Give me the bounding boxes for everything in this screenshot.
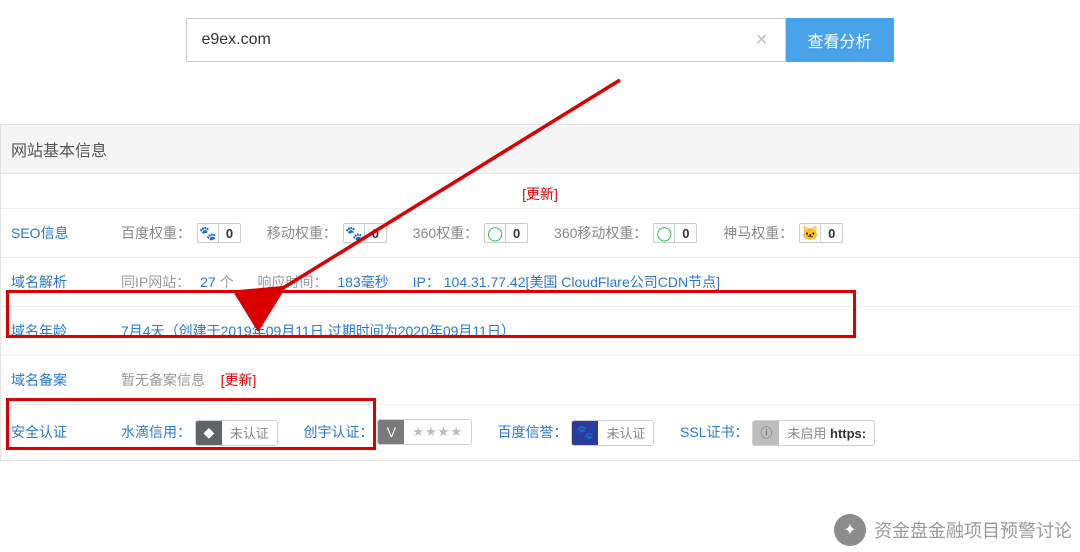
ssl-badge[interactable]: ⓘ未启用 https: bbox=[752, 420, 875, 446]
analyze-button[interactable]: 查看分析 bbox=[785, 18, 893, 62]
beian-none-text: 暂无备案信息 bbox=[121, 372, 205, 388]
panel-title: 网站基本信息 bbox=[1, 125, 1079, 174]
paw-icon: 🐾 bbox=[572, 420, 598, 446]
label-security[interactable]: 安全认证 bbox=[11, 424, 67, 440]
same-ip-count[interactable]: 27 bbox=[200, 274, 216, 290]
label-dns[interactable]: 域名解析 bbox=[11, 274, 67, 290]
circle-icon: ◯ bbox=[484, 223, 506, 243]
chuangyu-badge[interactable]: V★★★★ bbox=[377, 419, 472, 445]
weight-shenma: 神马权重： 🐱 0 bbox=[723, 223, 843, 243]
weight-baidu: 百度权重： 🐾 0 bbox=[121, 223, 241, 243]
row-beian: 域名备案 暂无备案信息 [更新] bbox=[1, 356, 1079, 405]
same-ip-label: 同IP网站： bbox=[121, 274, 190, 290]
row-security: 安全认证 水滴信用： ◆未认证 创宇认证： V★★★★ 百度信誉： 🐾未认证 S… bbox=[1, 405, 1079, 460]
cat-icon: 🐱 bbox=[799, 223, 821, 243]
info-icon: ⓘ bbox=[753, 420, 779, 446]
baidu-rep-label[interactable]: 百度信誉： bbox=[498, 424, 568, 440]
weight-mobile: 移动权重： 🐾 0 bbox=[267, 223, 387, 243]
shield-v-icon: V bbox=[378, 419, 404, 445]
search-box: × bbox=[186, 18, 786, 62]
label-seo[interactable]: SEO信息 bbox=[11, 225, 69, 241]
row-age: 域名年龄 7月4天（创建于2019年09月11日,过期时间为2020年09月11… bbox=[1, 307, 1079, 356]
clear-icon[interactable]: × bbox=[750, 29, 774, 52]
shuidi-badge[interactable]: ◆未认证 bbox=[195, 420, 278, 446]
chuangyu-label[interactable]: 创宇认证： bbox=[303, 424, 373, 440]
ip-value[interactable]: 104.31.77.42[美国 CloudFlare公司CDN节点] bbox=[444, 274, 720, 290]
baidu-rep-badge[interactable]: 🐾未认证 bbox=[571, 420, 654, 446]
circle-icon: ◯ bbox=[653, 223, 675, 243]
label-beian[interactable]: 域名备案 bbox=[11, 372, 67, 388]
row-seo: SEO信息 百度权重： 🐾 0 移动权重： 🐾 0 360权重： ◯ 0 bbox=[1, 209, 1079, 258]
watermark: ✦ 资金盘金融项目预警讨论 bbox=[834, 514, 1072, 546]
drop-icon: ◆ bbox=[196, 420, 222, 446]
ip-label: IP： bbox=[413, 274, 440, 290]
response-time-value[interactable]: 183毫秒 bbox=[337, 274, 388, 290]
response-time-label: 响应时间： bbox=[257, 274, 327, 290]
shuidi-label[interactable]: 水滴信用： bbox=[121, 424, 191, 440]
domain-age-value[interactable]: 7月4天（创建于2019年09月11日,过期时间为2020年09月11日） bbox=[121, 323, 515, 339]
weight-360: 360权重： ◯ 0 bbox=[413, 223, 528, 243]
beian-refresh-link[interactable]: [更新] bbox=[221, 372, 257, 388]
weight-360mobile: 360移动权重： ◯ 0 bbox=[554, 223, 697, 243]
ssl-label[interactable]: SSL证书： bbox=[680, 424, 748, 440]
refresh-link-top[interactable]: [更新] bbox=[522, 186, 558, 202]
site-basic-info-panel: 网站基本信息 [更新] SEO信息 百度权重： 🐾 0 移动权重： 🐾 0 36… bbox=[0, 124, 1080, 461]
paw-icon: 🐾 bbox=[197, 223, 219, 243]
paw-icon: 🐾 bbox=[343, 223, 365, 243]
wechat-icon: ✦ bbox=[834, 514, 866, 546]
row-dns: 域名解析 同IP网站： 27 个 响应时间： 183毫秒 IP： 104.31.… bbox=[1, 258, 1079, 307]
search-input[interactable] bbox=[199, 30, 749, 50]
label-age[interactable]: 域名年龄 bbox=[11, 323, 67, 339]
